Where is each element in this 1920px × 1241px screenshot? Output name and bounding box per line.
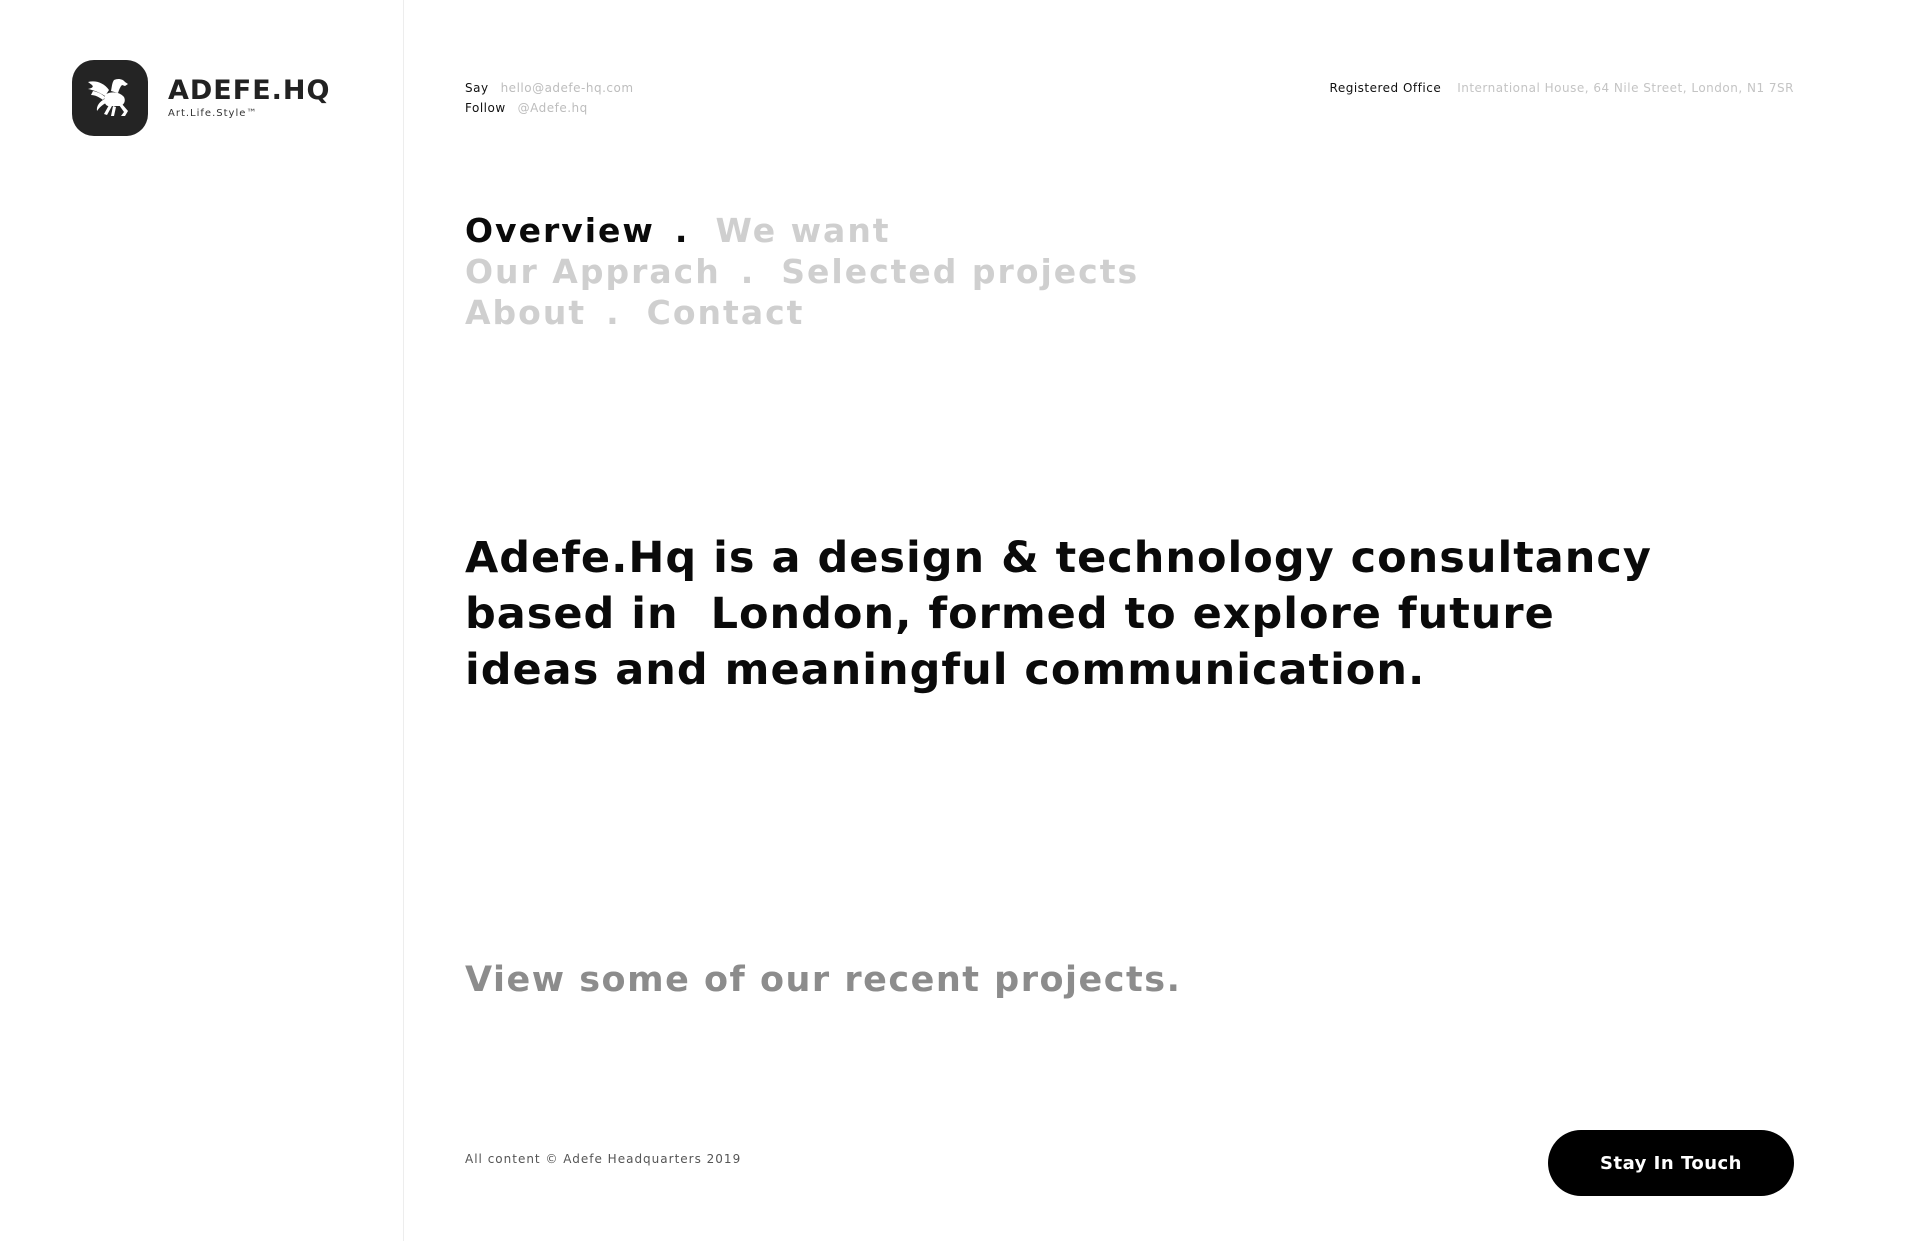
nav-item-we-want[interactable]: We want: [715, 210, 890, 251]
nav-item-selected-projects[interactable]: Selected projects: [781, 251, 1139, 292]
nav-item-overview[interactable]: Overview: [465, 210, 655, 251]
nav-separator: .: [606, 293, 621, 332]
sidebar: ADEFE.HQ Art.Life.Style™: [0, 0, 404, 1241]
recent-projects-link[interactable]: View some of our recent projects.: [465, 960, 1181, 1000]
say-row: Say hello@adefe-hq.com: [465, 78, 634, 98]
social-handle-link[interactable]: @Adefe.hq: [518, 98, 588, 118]
main-nav: Overview . We want Our Apprach . Selecte…: [465, 210, 1139, 333]
brand-logo[interactable]: ADEFE.HQ Art.Life.Style™: [72, 60, 330, 136]
pegasus-icon: [72, 60, 148, 136]
email-link[interactable]: hello@adefe-hq.com: [501, 78, 634, 98]
office-address: International House, 64 Nile Street, Lon…: [1457, 81, 1794, 95]
hero-line-2: based in London, formed to explore futur…: [465, 589, 1555, 639]
nav-row-3: About . Contact: [465, 292, 1139, 333]
nav-item-our-approach[interactable]: Our Apprach: [465, 251, 721, 292]
follow-row: Follow @Adefe.hq: [465, 98, 634, 118]
say-label: Say: [465, 81, 489, 95]
copyright-text: All content © Adefe Headquarters 2019: [465, 1152, 742, 1166]
registered-office: Registered Office International House, 6…: [1330, 78, 1794, 98]
stay-in-touch-button[interactable]: Stay In Touch: [1548, 1130, 1794, 1196]
nav-separator: .: [740, 252, 756, 291]
hero-statement: Adefe.Hq is a design & technology consul…: [465, 530, 1795, 698]
contact-info: Say hello@adefe-hq.com Follow @Adefe.hq: [465, 78, 634, 118]
nav-separator: .: [674, 211, 690, 250]
brand-text: ADEFE.HQ Art.Life.Style™: [168, 75, 331, 120]
follow-label: Follow: [465, 101, 506, 115]
brand-name: ADEFE.HQ: [168, 75, 331, 106]
nav-row-2: Our Apprach . Selected projects: [465, 251, 1139, 292]
nav-item-about[interactable]: About: [465, 292, 586, 333]
nav-item-contact[interactable]: Contact: [647, 292, 805, 333]
office-label: Registered Office: [1329, 81, 1442, 95]
brand-tagline: Art.Life.Style™: [168, 108, 258, 119]
hero-line-3: ideas and meaningful communication.: [465, 645, 1426, 695]
nav-row-1: Overview . We want: [465, 210, 1139, 251]
hero-line-1: Adefe.Hq is a design & technology consul…: [465, 533, 1652, 583]
page: ADEFE.HQ Art.Life.Style™ Say hello@adefe…: [0, 0, 1920, 1241]
